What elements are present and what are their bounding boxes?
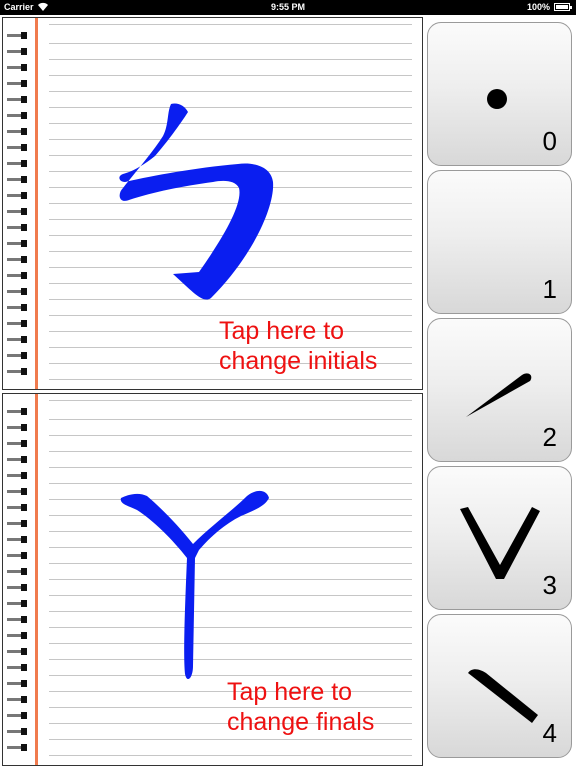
tone-number: 3 (542, 570, 557, 600)
tone-4-button[interactable]: 4 (427, 614, 572, 758)
initials-panel[interactable]: ㄅ Tap here to change initials (2, 17, 423, 390)
tone-number: 4 (542, 718, 557, 748)
status-bar: Carrier 9:55 PM 100% (0, 0, 576, 15)
clock: 9:55 PM (270, 2, 305, 12)
change-initials-hint[interactable]: Tap here to change initials (219, 316, 377, 376)
tone-2-button[interactable]: 2 (427, 318, 572, 462)
battery-percentage: 100% (526, 2, 550, 12)
spiral-binding-icon (7, 30, 31, 380)
spiral-binding-icon (7, 406, 31, 756)
initial-glyph-bo: ㄅ (119, 103, 274, 300)
tone-number: 0 (542, 126, 557, 156)
final-glyph-a: ㄚ (120, 490, 269, 680)
battery-icon (554, 3, 572, 11)
tone-number: 2 (542, 422, 557, 452)
margin-line (35, 18, 38, 389)
finals-panel[interactable]: ㄚ Tap here to change finals (2, 393, 423, 766)
tone-1-button[interactable]: 1 (427, 170, 572, 314)
change-finals-hint[interactable]: Tap here to change finals (227, 677, 374, 737)
tone-number: 1 (542, 274, 557, 304)
margin-line (35, 394, 38, 765)
tone-3-button[interactable]: 3 (427, 466, 572, 610)
tone-0-button[interactable]: 0 (427, 22, 572, 166)
